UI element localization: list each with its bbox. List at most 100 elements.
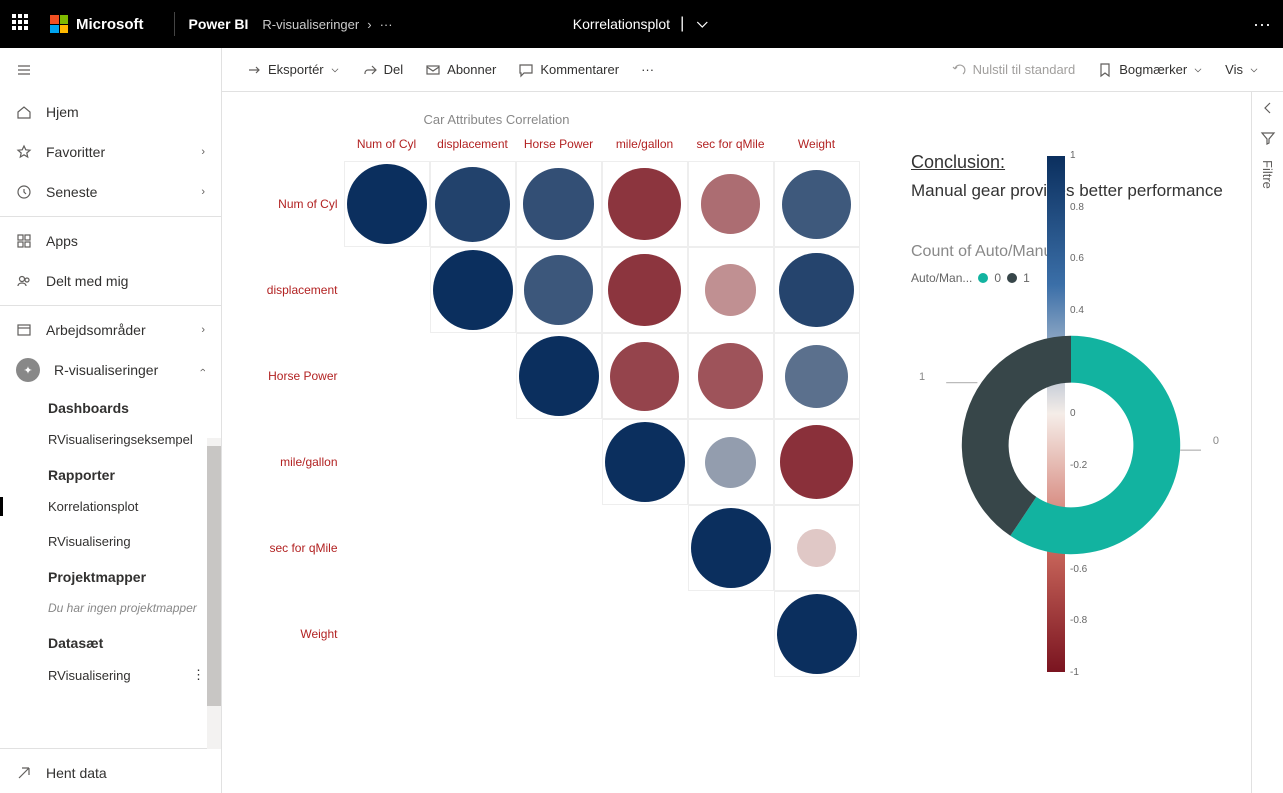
nav-label: Arbejdsområder <box>46 322 146 338</box>
chevron-down-icon[interactable] <box>694 16 710 32</box>
sidebar-scrollbar[interactable] <box>207 438 221 749</box>
breadcrumb[interactable]: R-visualiseringer › ··· <box>262 17 392 32</box>
comments-button[interactable]: Kommentarer <box>510 58 627 82</box>
sidebar-item-report-korrelationsplot[interactable]: Korrelationsplot <box>0 489 221 524</box>
row-header: sec for qMile <box>254 541 344 555</box>
column-header: mile/gallon <box>602 137 688 161</box>
legend-dot-0 <box>978 273 988 283</box>
sidebar-item-dashboard[interactable]: RVisualiseringseksempel <box>0 422 221 457</box>
share-button[interactable]: Del <box>354 58 412 82</box>
workspace-icon <box>16 322 32 338</box>
global-header: Microsoft Power BI R-visualiseringer › ·… <box>0 0 1283 48</box>
more-options-icon[interactable]: ··· <box>1253 14 1271 35</box>
filter-icon <box>1260 130 1276 146</box>
divider: | <box>680 15 684 33</box>
correlation-cell <box>774 419 860 505</box>
sidebar-item-dataset[interactable]: RVisualisering ⋮ <box>0 657 221 693</box>
nav-label: RVisualisering <box>48 668 131 683</box>
correlation-circle <box>777 594 857 674</box>
correlation-cell <box>602 419 688 505</box>
correlation-circle <box>519 336 599 416</box>
correlation-cell <box>688 247 774 333</box>
export-button[interactable]: Eksportér <box>238 58 348 82</box>
sidebar: Hjem Favoritter › Seneste › Apps Delt me… <box>0 48 222 793</box>
correlation-circle <box>785 345 848 408</box>
correlation-cell <box>516 247 602 333</box>
nav-favorites[interactable]: Favoritter › <box>0 132 221 172</box>
nav-label: R-visualiseringer <box>54 362 158 378</box>
correlation-circle <box>524 255 594 325</box>
subscribe-button[interactable]: Abonner <box>417 58 504 82</box>
correlation-circle <box>705 437 756 488</box>
correlation-cell <box>430 419 516 505</box>
button-label: Kommentarer <box>540 62 619 77</box>
nav-label: Hjem <box>46 104 79 120</box>
nav-current-workspace[interactable]: ✦ R-visualiseringer › <box>0 350 221 390</box>
correlation-cell <box>344 505 430 591</box>
row-header: mile/gallon <box>254 455 344 469</box>
nav-workspaces[interactable]: Arbejdsområder › <box>0 310 221 350</box>
sidebar-item-no-workbooks: Du har ingen projektmapper <box>0 591 221 625</box>
people-icon <box>16 273 32 289</box>
nav-label: Favoritter <box>46 144 105 160</box>
chevron-right-icon: › <box>201 324 205 336</box>
correlation-circle <box>779 253 854 328</box>
apps-icon <box>16 233 32 249</box>
column-header: sec for qMile <box>688 137 774 161</box>
correlation-matrix: Num of CyldisplacementHorse Powermile/ga… <box>254 137 860 677</box>
bookmarks-button[interactable]: Bogmærker <box>1089 58 1211 82</box>
group-dashboards: Dashboards <box>0 390 221 422</box>
correlation-cell <box>602 591 688 677</box>
button-label: Bogmærker <box>1119 62 1187 77</box>
correlation-circle <box>780 425 854 499</box>
correlation-cell <box>688 419 774 505</box>
more-button[interactable]: ··· <box>633 58 662 81</box>
correlation-cell <box>430 333 516 419</box>
more-icon[interactable]: ··· <box>380 17 393 32</box>
correlation-circle <box>608 254 681 327</box>
chevron-down-icon <box>1249 65 1259 75</box>
correlation-cell <box>344 419 430 505</box>
correlation-cell <box>516 333 602 419</box>
chevron-right-icon: › <box>201 146 205 158</box>
reset-button[interactable]: Nulstil til standard <box>943 58 1084 82</box>
button-label: Vis <box>1225 62 1243 77</box>
bookmark-icon <box>1097 62 1113 78</box>
correlation-cell <box>516 505 602 591</box>
more-icon[interactable]: ⋮ <box>192 667 205 683</box>
chevron-left-icon[interactable] <box>1260 100 1276 116</box>
sidebar-item-report-rvisualisering[interactable]: RVisualisering <box>0 524 221 559</box>
filters-pane-collapsed[interactable]: Filtre <box>1251 92 1283 793</box>
nav-apps[interactable]: Apps <box>0 221 221 261</box>
report-title: Korrelationsplot <box>573 16 670 32</box>
correlation-cell <box>602 333 688 419</box>
home-icon <box>16 104 32 120</box>
nav-shared[interactable]: Delt med mig <box>0 261 221 301</box>
correlation-circle <box>610 342 679 411</box>
star-icon <box>16 144 32 160</box>
chevron-right-icon: › <box>367 17 371 32</box>
correlation-cell <box>602 247 688 333</box>
report-title-area[interactable]: Korrelationsplot | <box>573 15 710 33</box>
divider <box>174 12 175 36</box>
column-header: Num of Cyl <box>344 137 430 161</box>
donut-chart[interactable]: 0 1 <box>941 315 1201 575</box>
hamburger-button[interactable] <box>0 48 221 92</box>
view-button[interactable]: Vis <box>1217 58 1267 81</box>
row-header: Num of Cyl <box>254 197 344 211</box>
nav-recent[interactable]: Seneste › <box>0 172 221 212</box>
correlation-visual[interactable]: Car Attributes Correlation Num of Cyldis… <box>222 92 891 793</box>
nav-get-data[interactable]: Hent data <box>0 753 221 793</box>
share-icon <box>362 62 378 78</box>
correlation-cell <box>774 505 860 591</box>
get-data-icon <box>16 765 32 781</box>
app-launcher-icon[interactable] <box>12 14 32 34</box>
group-workbooks: Projektmapper <box>0 559 221 591</box>
chevron-down-icon <box>330 65 340 75</box>
correlation-cell <box>516 591 602 677</box>
slice-label-0: 0 <box>1213 435 1219 447</box>
correlation-cell <box>602 505 688 591</box>
group-reports: Rapporter <box>0 457 221 489</box>
correlation-cell <box>516 161 602 247</box>
button-label: Abonner <box>447 62 496 77</box>
